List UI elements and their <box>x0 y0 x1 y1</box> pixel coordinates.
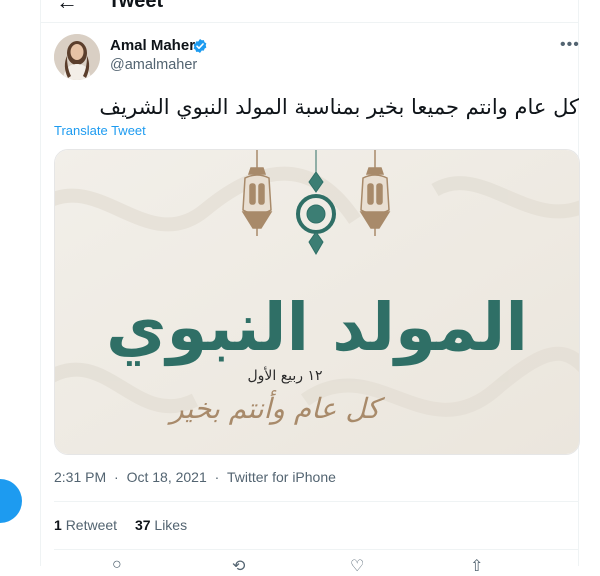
tweet-date[interactable]: Oct 18, 2021 <box>127 469 207 485</box>
translate-tweet-link[interactable]: Translate Tweet <box>54 123 146 138</box>
tweet-media-image[interactable]: المولد النبوي ١٢ ربيع الأول كل عام وأنتم… <box>54 149 580 455</box>
retweets-count: 1 <box>54 517 62 533</box>
author-handle[interactable]: @amalmaher <box>110 57 197 73</box>
engagement-stats: 1 Retweet 37 Likes <box>54 517 201 533</box>
verified-badge-icon <box>193 39 207 53</box>
like-icon[interactable]: ♡ <box>350 556 364 576</box>
tweet-time[interactable]: 2:31 PM <box>54 469 106 485</box>
separator-dot: · <box>214 469 220 485</box>
author-name[interactable]: Amal Maher <box>110 37 195 54</box>
tweet-meta: 2:31 PM · Oct 18, 2021 · Twitter for iPh… <box>54 469 336 485</box>
calligraphy-title: المولد النبوي <box>106 289 528 367</box>
retweets-stat[interactable]: 1 Retweet <box>54 517 117 533</box>
tweet-source[interactable]: Twitter for iPhone <box>227 469 336 485</box>
timeline-left-border <box>40 0 41 566</box>
divider <box>54 549 578 550</box>
avatar[interactable] <box>54 34 100 80</box>
compose-tweet-button[interactable] <box>0 479 22 523</box>
avatar-photo <box>54 34 100 80</box>
divider <box>54 501 578 502</box>
arrow-left-icon[interactable]: ← <box>56 0 78 13</box>
likes-count: 37 <box>134 517 151 533</box>
mawlid-greeting-illustration: المولد النبوي ١٢ ربيع الأول كل عام وأنتم… <box>55 150 579 454</box>
more-options-icon[interactable]: ••• <box>560 36 580 54</box>
page-title: Tweet <box>108 0 164 12</box>
reply-icon[interactable]: ○ <box>112 556 122 574</box>
share-icon[interactable]: ⇧ <box>470 556 483 576</box>
likes-label: Likes <box>154 517 188 533</box>
retweet-icon[interactable]: ⟲ <box>232 556 245 576</box>
separator-dot: · <box>114 469 119 485</box>
retweets-label: Retweet <box>65 517 118 533</box>
likes-stat[interactable]: 37 Likes <box>135 517 187 533</box>
calligraphy-greeting: كل عام وأنتم بخير <box>167 390 385 425</box>
tweet-text: كل عام وانتم جميعا بخير بمناسبة المولد ا… <box>99 95 579 119</box>
calligraphy-date: ١٢ ربيع الأول <box>247 366 322 384</box>
calligraphy-title-text: المولد النبوي <box>106 289 528 367</box>
